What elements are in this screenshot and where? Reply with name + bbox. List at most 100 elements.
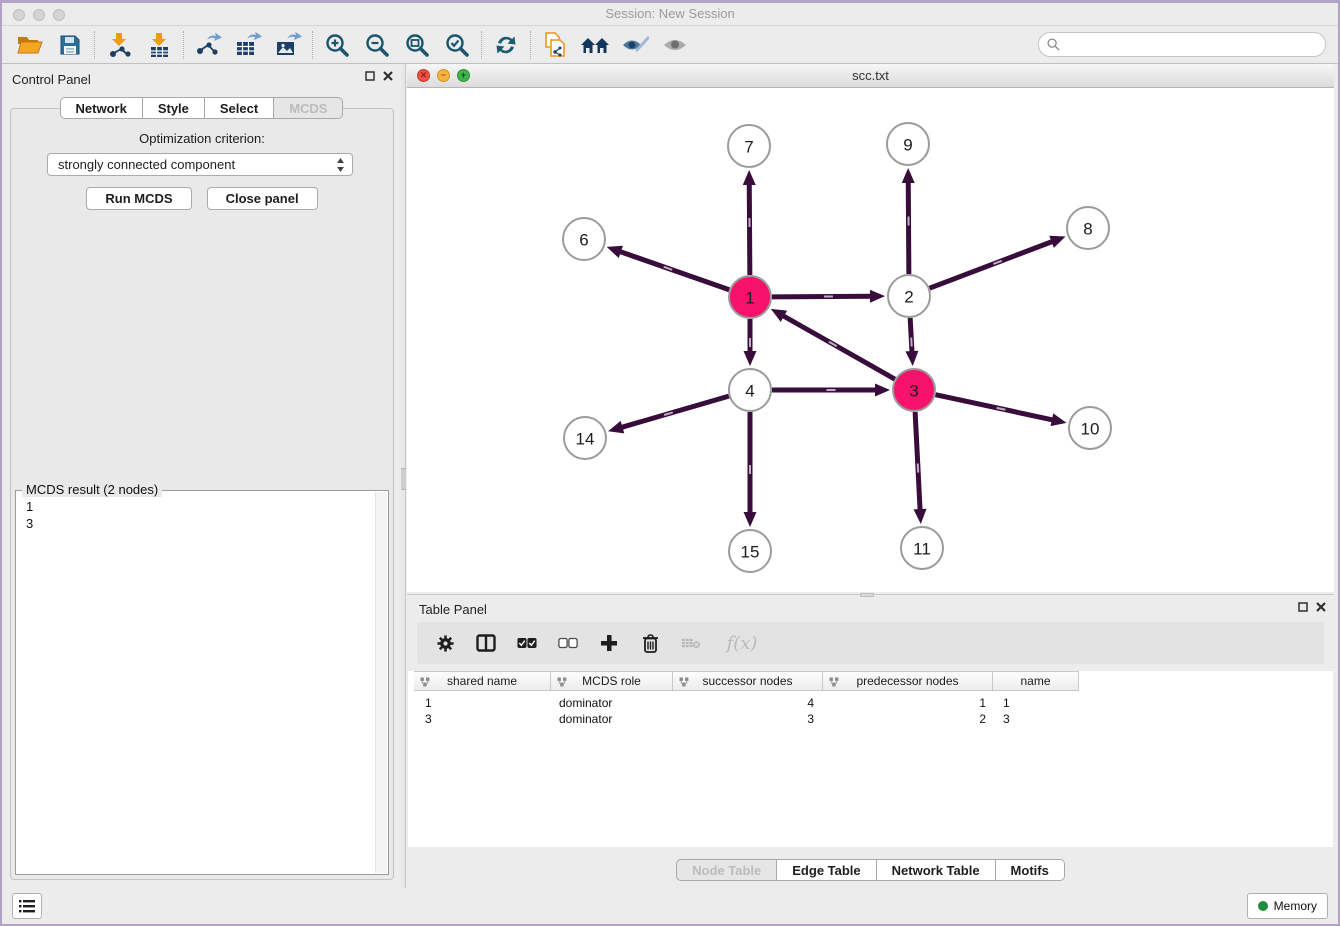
graph-node-6[interactable]: 6 — [563, 218, 605, 260]
graph-node-14[interactable]: 14 — [564, 417, 606, 459]
column-header-successor-nodes[interactable]: successor nodes — [673, 672, 823, 690]
import-network-icon — [106, 32, 132, 58]
graph-edge-2-9[interactable] — [902, 168, 915, 274]
graph-edge-1-2[interactable] — [772, 290, 885, 303]
column-header-name[interactable]: name — [993, 672, 1079, 690]
column-header-mcds-role[interactable]: MCDS role — [551, 672, 673, 690]
refresh-button[interactable] — [486, 29, 526, 61]
save-session-button[interactable] — [50, 29, 90, 61]
divider-handle[interactable] — [401, 468, 406, 490]
eye-slash-icon — [621, 34, 649, 56]
network-graph[interactable]: 1 2 3 4 6 7 8 9 10 11 14 15 — [407, 88, 1334, 592]
node-label: 3 — [909, 382, 918, 401]
graph-node-9[interactable]: 9 — [887, 123, 929, 165]
graph-edge-3-1[interactable] — [771, 309, 895, 379]
tab-motifs[interactable]: Motifs — [995, 859, 1065, 881]
graph-node-3[interactable]: 3 — [893, 369, 935, 411]
tab-network[interactable]: Network — [60, 97, 143, 119]
app-title: Session: New Session — [2, 6, 1338, 21]
network-window-title: scc.txt — [407, 68, 1334, 83]
float-panel-icon[interactable] — [1298, 602, 1308, 612]
node-label: 7 — [744, 138, 753, 157]
graph-node-10[interactable]: 10 — [1069, 407, 1111, 449]
import-network-button[interactable] — [99, 29, 139, 61]
graph-edge-3-10[interactable] — [936, 395, 1067, 426]
table-panel: Table Panel — [407, 594, 1334, 888]
log-console-button[interactable] — [12, 893, 42, 919]
zoom-out-button[interactable] — [357, 29, 397, 61]
network-window-titlebar[interactable]: ✕ − + scc.txt — [407, 64, 1334, 88]
memory-button[interactable]: Memory — [1247, 893, 1328, 919]
result-item[interactable]: 1 — [26, 498, 378, 515]
import-table-button[interactable] — [139, 29, 179, 61]
select-all-button[interactable] — [517, 633, 537, 653]
graph-edge-4-14[interactable] — [608, 396, 729, 433]
column-header-shared-name[interactable]: shared name — [414, 672, 551, 690]
graph-node-15[interactable]: 15 — [729, 530, 771, 572]
split-view-button[interactable] — [476, 633, 496, 653]
tab-mcds[interactable]: MCDS — [273, 97, 343, 119]
graph-edge-1-6[interactable] — [607, 246, 730, 290]
table-row[interactable]: 3 dominator 3 2 3 — [414, 711, 1079, 727]
export-image-button[interactable] — [268, 29, 308, 61]
tab-style[interactable]: Style — [142, 97, 205, 119]
toolbar-separator — [530, 31, 531, 59]
function-builder-button[interactable]: f(x) — [722, 633, 762, 653]
open-session-button[interactable] — [10, 29, 50, 61]
graph-edge-1-4[interactable] — [744, 319, 757, 366]
table-row[interactable]: 1 dominator 4 1 1 — [414, 695, 1079, 711]
graph-node-1[interactable]: 1 — [729, 276, 771, 318]
graph-node-8[interactable]: 8 — [1067, 207, 1109, 249]
graph-edge-4-15[interactable] — [744, 412, 757, 527]
graph-node-7[interactable]: 7 — [728, 125, 770, 167]
criterion-value: strongly connected component — [58, 157, 235, 172]
tab-node-table[interactable]: Node Table — [676, 859, 777, 881]
export-table-button[interactable] — [228, 29, 268, 61]
new-network-from-selection-button[interactable] — [535, 29, 575, 61]
zoom-selected-button[interactable] — [437, 29, 477, 61]
tab-edge-table[interactable]: Edge Table — [776, 859, 876, 881]
criterion-dropdown[interactable]: strongly connected component — [47, 153, 353, 176]
result-item[interactable]: 3 — [26, 515, 378, 532]
float-panel-icon[interactable] — [365, 71, 375, 81]
cell-predecessor-nodes: 1 — [823, 695, 993, 711]
close-panel-icon[interactable] — [383, 71, 393, 81]
add-column-button[interactable] — [599, 633, 619, 653]
table-settings-button[interactable] — [435, 633, 455, 653]
network-canvas[interactable]: 1 2 3 4 6 7 8 9 10 11 14 15 — [407, 88, 1334, 592]
memory-label: Memory — [1274, 899, 1317, 913]
zoom-in-button[interactable] — [317, 29, 357, 61]
tab-select[interactable]: Select — [204, 97, 274, 119]
graph-edge-3-11[interactable] — [914, 412, 927, 524]
export-network-button[interactable] — [188, 29, 228, 61]
table-panel-resize-handle[interactable] — [860, 593, 874, 597]
close-panel-button[interactable]: Close panel — [207, 187, 318, 210]
toolbar-separator — [183, 31, 184, 59]
delete-column-button[interactable] — [640, 633, 660, 653]
search-input[interactable] — [1065, 38, 1325, 52]
home-button[interactable] — [575, 29, 615, 61]
graph-node-11[interactable]: 11 — [901, 527, 943, 569]
graph-edge-4-3[interactable] — [772, 384, 890, 397]
run-mcds-button[interactable]: Run MCDS — [86, 187, 191, 210]
result-scrollbar[interactable] — [375, 492, 387, 873]
function-icon: f(x) — [727, 633, 758, 654]
close-panel-icon[interactable] — [1316, 602, 1326, 612]
graph-node-4[interactable]: 4 — [729, 369, 771, 411]
node-label: 1 — [745, 289, 754, 308]
graph-edge-2-3[interactable] — [905, 318, 918, 366]
graph-edge-2-8[interactable] — [930, 236, 1066, 288]
zoom-fit-button[interactable] — [397, 29, 437, 61]
tab-network-table[interactable]: Network Table — [876, 859, 996, 881]
delete-table-button[interactable] — [681, 633, 701, 653]
graph-node-2[interactable]: 2 — [888, 275, 930, 317]
show-all-button[interactable] — [655, 29, 695, 61]
deselect-all-button[interactable] — [558, 633, 578, 653]
hide-selected-button[interactable] — [615, 29, 655, 61]
export-image-icon — [274, 32, 302, 58]
graph-edge-1-7[interactable] — [743, 170, 756, 275]
mcds-result-title: MCDS result (2 nodes) — [22, 482, 162, 497]
panel-divider[interactable] — [401, 64, 406, 888]
column-header-predecessor-nodes[interactable]: predecessor nodes — [823, 672, 993, 690]
table-header-row: shared name MCDS role successor nodes — [414, 671, 1079, 691]
